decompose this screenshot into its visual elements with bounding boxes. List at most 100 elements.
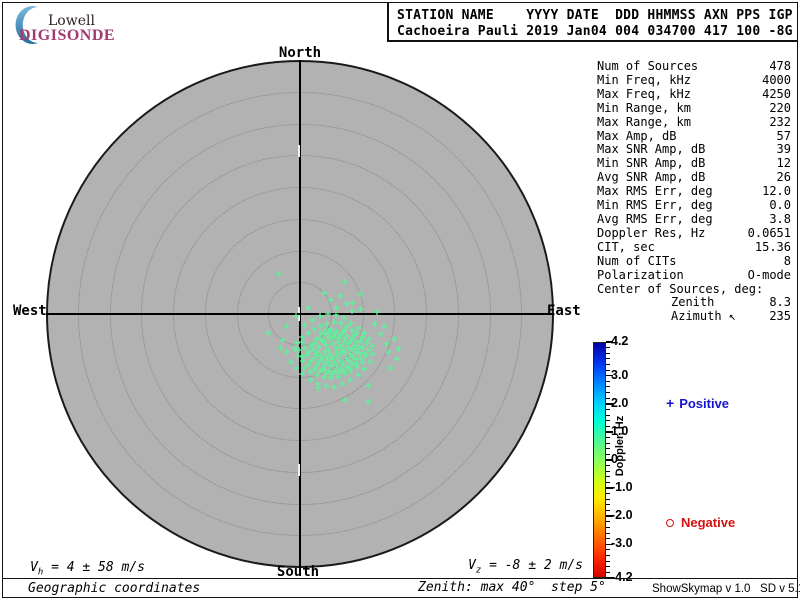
colorbar-minor-tick bbox=[606, 521, 610, 523]
coordinates-note: Geographic coordinates bbox=[28, 581, 201, 596]
zenith-scale-note: Zenith: max 40° step 5° bbox=[418, 580, 606, 595]
colorbar-minor-tick bbox=[606, 397, 610, 399]
stats-label: Center of Sources, deg: bbox=[597, 281, 764, 296]
stats-label: Num of CITs bbox=[597, 253, 677, 268]
stats-row: Num of CITs 8 bbox=[597, 253, 791, 269]
vertical-velocity-readout: Vz = -8 ± 2 m/s bbox=[468, 558, 583, 576]
stats-label: Min RMS Err, deg bbox=[597, 198, 713, 213]
stats-row: Max SNR Amp, dB 39 bbox=[597, 143, 791, 157]
stats-label: Avg RMS Err, deg bbox=[597, 211, 713, 226]
colorbar-tick-label: 3.0 bbox=[611, 367, 629, 382]
stats-label: Max Range, km bbox=[597, 114, 691, 129]
stats-row: Max Amp, dB 57 bbox=[597, 128, 791, 144]
stats-value: 39 bbox=[776, 142, 791, 157]
colorbar-minor-tick bbox=[606, 532, 610, 534]
colorbar-minor-tick bbox=[606, 560, 610, 562]
colorbar-minor-tick bbox=[606, 392, 610, 394]
stats-value: 8 bbox=[783, 253, 791, 268]
doppler-axis-label: Doppler, Hz bbox=[614, 415, 626, 477]
colorbar-tick-label: 4.2 bbox=[611, 334, 629, 348]
colorbar-minor-tick bbox=[606, 538, 610, 540]
colorbar-minor-tick bbox=[606, 498, 610, 500]
colorbar-tick-label: 2.0 bbox=[611, 395, 629, 410]
doppler-colorbar bbox=[593, 342, 606, 578]
colorbar-minor-tick bbox=[606, 571, 610, 573]
stats-row: Max RMS Err, deg 12.0 bbox=[597, 184, 791, 199]
stats-row: Max Range, km 232 bbox=[597, 114, 791, 130]
stats-row: Min RMS Err, deg 0.0 bbox=[597, 198, 791, 213]
stats-value: 220 bbox=[769, 100, 791, 115]
compass-west-label: West bbox=[13, 303, 47, 319]
stats-value: 15.36 bbox=[754, 239, 791, 254]
colorbar-tick-label: -1.0 bbox=[611, 480, 633, 495]
stats-label: Min SNR Amp, dB bbox=[597, 156, 706, 171]
stats-label: Max RMS Err, deg bbox=[597, 184, 713, 199]
colorbar-minor-tick bbox=[606, 414, 610, 416]
colorbar-minor-tick bbox=[606, 442, 610, 444]
stats-label: Avg SNR Amp, dB bbox=[597, 170, 706, 185]
stats-label: Min Range, km bbox=[597, 100, 691, 115]
colorbar-minor-tick bbox=[606, 347, 610, 349]
stats-value: 12 bbox=[776, 156, 791, 171]
colorbar-minor-tick bbox=[606, 549, 610, 551]
stats-row: Num of Sources 478 bbox=[597, 59, 791, 74]
stats-label: Max Amp, dB bbox=[597, 128, 677, 143]
colorbar-minor-tick bbox=[606, 504, 610, 506]
legend-negative: Negative bbox=[666, 515, 735, 530]
stats-row: Zenith 8.3 bbox=[597, 296, 791, 310]
colorbar-minor-tick bbox=[606, 369, 610, 371]
stats-row: Min SNR Amp, dB 12 bbox=[597, 156, 791, 171]
stats-row: Avg SNR Amp, dB 26 bbox=[597, 170, 791, 185]
stats-value: 3.8 bbox=[769, 211, 791, 226]
software-version-label: ShowSkymap v 1.0 SD v 5.1 bbox=[652, 583, 800, 595]
colorbar-minor-tick bbox=[606, 493, 610, 495]
colorbar-minor-tick bbox=[606, 526, 610, 528]
colorbar-tick-label: -3.0 bbox=[611, 536, 633, 551]
colorbar-minor-tick bbox=[606, 437, 610, 439]
stats-label: Polarization bbox=[597, 267, 684, 282]
skymap-window: Lowell DIGISONDE STATION NAME YYYY DATE … bbox=[0, 0, 800, 600]
legend-positive-label: Positive bbox=[679, 396, 730, 411]
stats-label: Max SNR Amp, dB bbox=[597, 142, 706, 157]
colorbar-minor-tick bbox=[606, 380, 610, 382]
circle-marker-icon bbox=[666, 518, 674, 527]
colorbar-minor-tick bbox=[606, 453, 610, 455]
colorbar-minor-tick bbox=[606, 555, 610, 557]
stats-value: 235 bbox=[769, 309, 791, 324]
stats-label: CIT, sec bbox=[597, 239, 655, 254]
stats-value: 232 bbox=[769, 114, 791, 129]
colorbar-minor-tick bbox=[606, 566, 610, 568]
colorbar-minor-tick bbox=[606, 363, 610, 365]
legend-positive: + Positive bbox=[666, 395, 729, 411]
stats-label: Num of Sources bbox=[597, 59, 699, 73]
stats-value: 4000 bbox=[762, 72, 791, 87]
colorbar-minor-tick bbox=[606, 358, 610, 360]
colorbar-minor-tick bbox=[606, 481, 610, 483]
stats-row: Max Freq, kHz 4250 bbox=[597, 86, 791, 102]
stats-value: 57 bbox=[776, 128, 791, 143]
stats-row: Doppler Res, Hz 0.0651 bbox=[597, 225, 791, 241]
legend-negative-label: Negative bbox=[681, 515, 736, 530]
colorbar-minor-tick bbox=[606, 510, 610, 512]
colorbar-minor-tick bbox=[606, 470, 610, 472]
stats-row: Center of Sources, deg: bbox=[597, 281, 791, 297]
stats-value: 0.0651 bbox=[747, 225, 791, 240]
colorbar-minor-tick bbox=[606, 476, 610, 478]
stats-row: Min Range, km 220 bbox=[597, 100, 791, 116]
stats-row: Avg RMS Err, deg 3.8 bbox=[597, 211, 791, 227]
colorbar-minor-tick bbox=[606, 448, 610, 450]
stats-label: Max Freq, kHz bbox=[597, 86, 691, 101]
stats-value: O-mode bbox=[747, 267, 791, 282]
colorbar-tick-label: -2.0 bbox=[611, 508, 633, 523]
stats-row: Azimuth ↖ 235 bbox=[597, 309, 791, 324]
stats-row: Min Freq, kHz 4000 bbox=[597, 72, 791, 88]
colorbar-minor-tick bbox=[606, 465, 610, 467]
colorbar-minor-tick bbox=[606, 352, 610, 354]
stats-row: Polarization O-mode bbox=[597, 267, 791, 283]
stats-label: Zenith bbox=[671, 295, 715, 310]
stats-value: 478 bbox=[769, 59, 791, 73]
footer-divider bbox=[2, 578, 798, 580]
stats-value: 8.3 bbox=[769, 295, 791, 310]
colorbar-minor-tick bbox=[606, 425, 610, 427]
stats-label: Doppler Res, Hz bbox=[597, 225, 706, 240]
